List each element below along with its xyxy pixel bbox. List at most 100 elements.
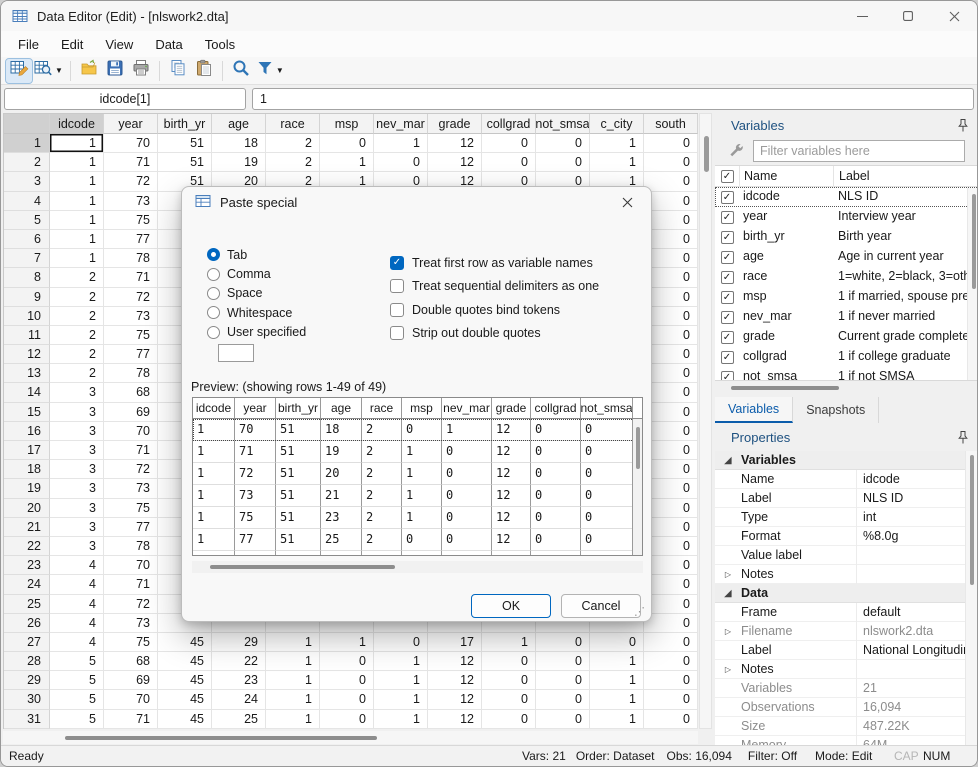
cell[interactable]: 22 — [212, 652, 266, 671]
cell[interactable]: 0 — [644, 537, 698, 556]
cell[interactable]: 51 — [158, 153, 212, 172]
cell[interactable]: 1 — [50, 211, 104, 230]
row-header[interactable]: 11 — [4, 326, 50, 345]
select-all-checkbox[interactable]: ✓ — [715, 170, 739, 183]
tab-variables[interactable]: Variables — [715, 397, 793, 423]
cell[interactable]: 4 — [50, 556, 104, 575]
column-header-c_city[interactable]: c_city — [590, 114, 644, 134]
data-browse-button[interactable]: ▼ — [32, 59, 65, 83]
cell[interactable]: 1 — [320, 153, 374, 172]
cell[interactable]: 78 — [104, 537, 158, 556]
cell[interactable]: 0 — [482, 671, 536, 690]
cell[interactable]: 2 — [266, 153, 320, 172]
scrollbar-thumb[interactable] — [704, 136, 709, 172]
cell[interactable]: 3 — [50, 537, 104, 556]
cell[interactable]: 0 — [644, 633, 698, 652]
variable-checkbox[interactable]: ✓ — [715, 311, 739, 324]
property-row-observations[interactable]: Observations16,094 — [715, 698, 978, 717]
cell[interactable]: 0 — [644, 575, 698, 594]
pin-icon[interactable] — [957, 430, 969, 445]
row-header[interactable]: 21 — [4, 518, 50, 537]
property-row-type[interactable]: Typeint — [715, 508, 978, 527]
close-button[interactable] — [931, 1, 977, 31]
cell[interactable]: 0 — [536, 690, 590, 709]
cell[interactable]: 0 — [644, 268, 698, 287]
cell[interactable]: 1 — [50, 249, 104, 268]
cell[interactable]: 0 — [644, 153, 698, 172]
cell[interactable]: 0 — [644, 422, 698, 441]
checkbox-treat-first-row-as-variable-names[interactable]: ✓Treat first row as variable names — [390, 251, 599, 275]
scrollbar-thumb[interactable] — [636, 427, 640, 469]
cell[interactable]: 25 — [212, 710, 266, 729]
variable-checkbox[interactable]: ✓ — [715, 351, 739, 364]
row-header[interactable]: 26 — [4, 614, 50, 633]
preview-row[interactable]: 17851262001200 — [193, 551, 642, 556]
radio-comma[interactable]: Comma — [207, 264, 306, 283]
cell[interactable]: 5 — [50, 652, 104, 671]
cell[interactable]: 0 — [644, 556, 698, 575]
collapse-icon[interactable]: ◢ — [715, 588, 741, 599]
cell[interactable]: 4 — [50, 633, 104, 652]
radio-tab[interactable]: Tab — [207, 245, 306, 264]
variable-row-age[interactable]: ✓ageAge in current year — [715, 247, 978, 267]
cell[interactable]: 77 — [104, 230, 158, 249]
row-header[interactable]: 29 — [4, 671, 50, 690]
column-header-nev_mar[interactable]: nev_mar — [374, 114, 428, 134]
row-header[interactable]: 13 — [4, 364, 50, 383]
cell[interactable]: 24 — [212, 690, 266, 709]
cell[interactable]: 45 — [158, 690, 212, 709]
cell[interactable]: 23 — [212, 671, 266, 690]
collapse-icon[interactable]: ◢ — [715, 455, 741, 466]
pin-icon[interactable] — [957, 118, 969, 133]
cell[interactable]: 0 — [644, 690, 698, 709]
cell[interactable]: 2 — [266, 134, 320, 153]
cell-reference-box[interactable]: idcode[1] — [4, 88, 246, 110]
cell[interactable]: 12 — [428, 153, 482, 172]
scrollbar-thumb[interactable] — [210, 565, 395, 569]
cell[interactable]: 1 — [374, 690, 428, 709]
grid-horizontal-scrollbar[interactable] — [3, 731, 698, 744]
cell[interactable]: 72 — [104, 460, 158, 479]
cell[interactable]: 1 — [266, 633, 320, 652]
menu-view[interactable]: View — [94, 33, 144, 56]
row-header[interactable]: 22 — [4, 537, 50, 556]
name-column-header[interactable]: Name — [739, 166, 833, 187]
cell[interactable]: 0 — [644, 595, 698, 614]
cell[interactable]: 0 — [644, 364, 698, 383]
column-header-south[interactable]: south — [644, 114, 698, 134]
cell[interactable]: 3 — [50, 518, 104, 537]
variables-filter-input[interactable] — [753, 140, 965, 162]
row-header[interactable]: 15 — [4, 403, 50, 422]
cell[interactable]: 71 — [104, 710, 158, 729]
cell[interactable]: 1 — [50, 172, 104, 191]
cell[interactable]: 72 — [104, 595, 158, 614]
row-header[interactable]: 3 — [4, 172, 50, 191]
cell[interactable]: 4 — [50, 595, 104, 614]
cell[interactable]: 0 — [644, 518, 698, 537]
row-header[interactable]: 30 — [4, 690, 50, 709]
cell[interactable]: 1 — [50, 153, 104, 172]
cell[interactable]: 3 — [50, 479, 104, 498]
grid-corner-cell[interactable] — [4, 114, 50, 134]
scrollbar-thumb[interactable] — [65, 736, 377, 740]
preview-horizontal-scrollbar[interactable] — [192, 561, 643, 573]
cell[interactable]: 45 — [158, 652, 212, 671]
row-header[interactable]: 6 — [4, 230, 50, 249]
variable-row-grade[interactable]: ✓gradeCurrent grade completed — [715, 327, 978, 347]
checkbox-treat-sequential-delimiters-as-one[interactable]: Treat sequential delimiters as one — [390, 275, 599, 299]
resize-grip[interactable]: ⋰ — [634, 605, 645, 618]
data-editor-edit-button[interactable] — [6, 59, 32, 83]
cell[interactable]: 0 — [320, 690, 374, 709]
cell[interactable]: 5 — [50, 710, 104, 729]
variable-row-msp[interactable]: ✓msp1 if married, spouse present — [715, 287, 978, 307]
cell[interactable]: 75 — [104, 326, 158, 345]
properties-section-variables[interactable]: ◢Variables — [715, 451, 978, 470]
cell[interactable]: 70 — [104, 422, 158, 441]
cell[interactable]: 1 — [50, 134, 104, 153]
row-header[interactable]: 12 — [4, 345, 50, 364]
cell[interactable]: 0 — [536, 652, 590, 671]
properties-vertical-scrollbar[interactable] — [965, 451, 977, 745]
cell[interactable]: 69 — [104, 671, 158, 690]
minimize-button[interactable] — [839, 1, 885, 31]
cell[interactable]: 0 — [482, 710, 536, 729]
